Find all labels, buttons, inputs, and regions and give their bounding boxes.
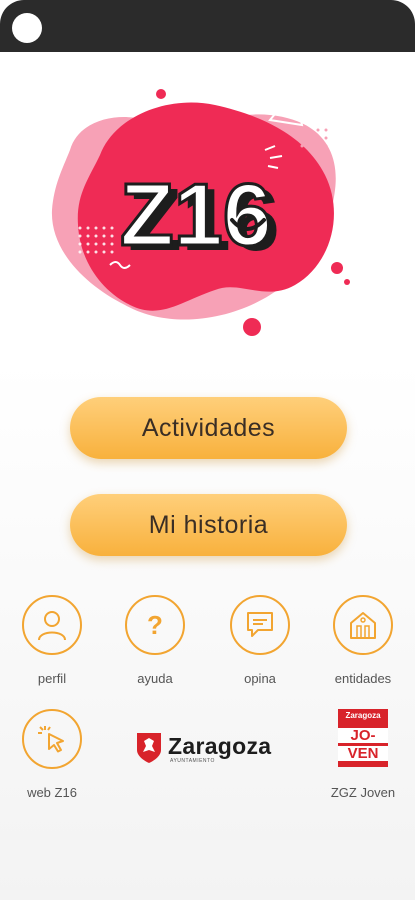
zaragoza-logo-link[interactable]: Zaragoza AYUNTAMIENTO bbox=[136, 728, 286, 768]
camera-dot bbox=[12, 13, 42, 43]
ayuda-button[interactable]: ? ayuda bbox=[103, 595, 207, 686]
opina-label: opina bbox=[244, 671, 276, 686]
web-z16-button[interactable]: web Z16 bbox=[0, 709, 104, 800]
cursor-click-icon bbox=[22, 709, 82, 769]
logo-dot bbox=[156, 89, 166, 99]
web-z16-label: web Z16 bbox=[27, 785, 77, 800]
status-bar bbox=[0, 0, 415, 52]
logo-dot bbox=[344, 279, 350, 285]
actividades-label: Actividades bbox=[141, 413, 276, 442]
zgz-joven-logo: Zaragoza JO- VEN bbox=[338, 709, 388, 767]
svg-text:?: ? bbox=[147, 610, 163, 640]
perfil-button[interactable]: perfil bbox=[0, 595, 104, 686]
zgz-joven-label: ZGZ Joven bbox=[330, 785, 396, 800]
person-icon bbox=[22, 595, 82, 655]
mi-historia-label: Mi historia bbox=[148, 510, 269, 539]
building-icon bbox=[333, 595, 393, 655]
ayuda-label: ayuda bbox=[137, 671, 173, 686]
logo-dot bbox=[243, 318, 261, 336]
perfil-label: perfil bbox=[37, 671, 67, 686]
actividades-button[interactable]: Actividades bbox=[70, 397, 347, 459]
ayuntamiento-label: AYUNTAMIENTO bbox=[170, 757, 215, 764]
chat-bubble-icon bbox=[230, 595, 290, 655]
app-screen: Z16 Z16 Actividades Mi historia perfil ?… bbox=[0, 0, 415, 900]
z16-logo: Z16 Z16 bbox=[51, 87, 350, 336]
question-icon: ? bbox=[125, 595, 185, 655]
logo-dot bbox=[331, 262, 343, 274]
opina-button[interactable]: opina bbox=[208, 595, 312, 686]
entidades-button[interactable]: entidades bbox=[311, 595, 415, 686]
zaragoza-label: Zaragoza bbox=[168, 732, 272, 759]
logo-text: Z16 bbox=[120, 165, 272, 264]
zgz-badge-top: Zaragoza bbox=[345, 711, 381, 720]
entidades-label: entidades bbox=[334, 671, 392, 686]
zgz-joven-button[interactable]: Zaragoza JO- VEN ZGZ Joven bbox=[311, 709, 415, 800]
zgz-badge-jo: JO- bbox=[338, 728, 388, 743]
zgz-badge-ven: VEN bbox=[338, 746, 388, 761]
mi-historia-button[interactable]: Mi historia bbox=[70, 494, 347, 556]
zaragoza-shield-icon bbox=[137, 733, 161, 763]
